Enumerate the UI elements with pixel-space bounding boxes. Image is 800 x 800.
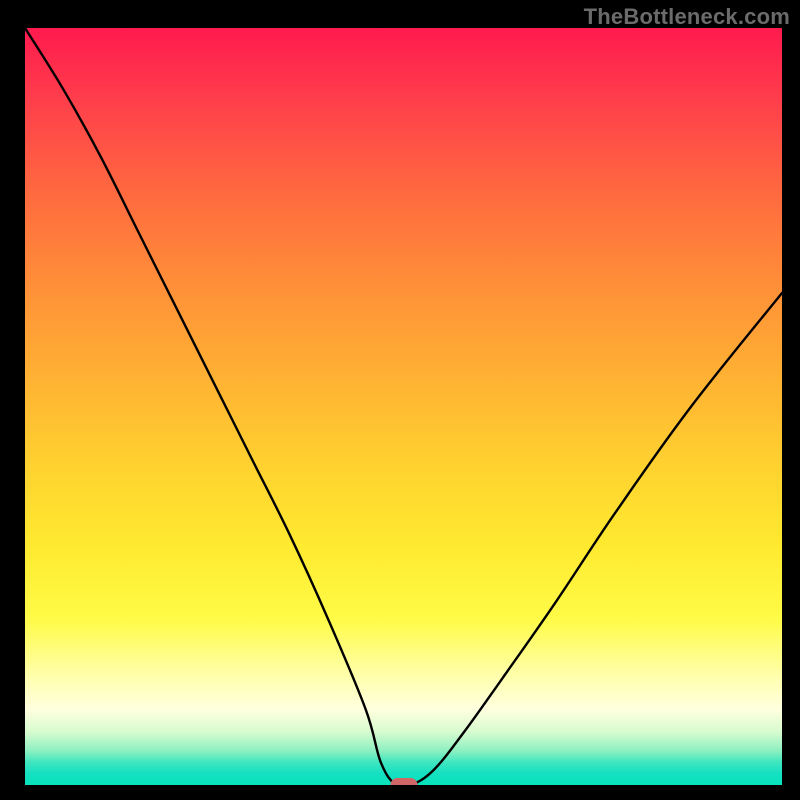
attribution-label: TheBottleneck.com (584, 4, 790, 30)
chart-frame: TheBottleneck.com (0, 0, 800, 800)
minimum-marker (390, 778, 417, 785)
bottleneck-curve (25, 28, 782, 785)
plot-area (25, 28, 782, 785)
